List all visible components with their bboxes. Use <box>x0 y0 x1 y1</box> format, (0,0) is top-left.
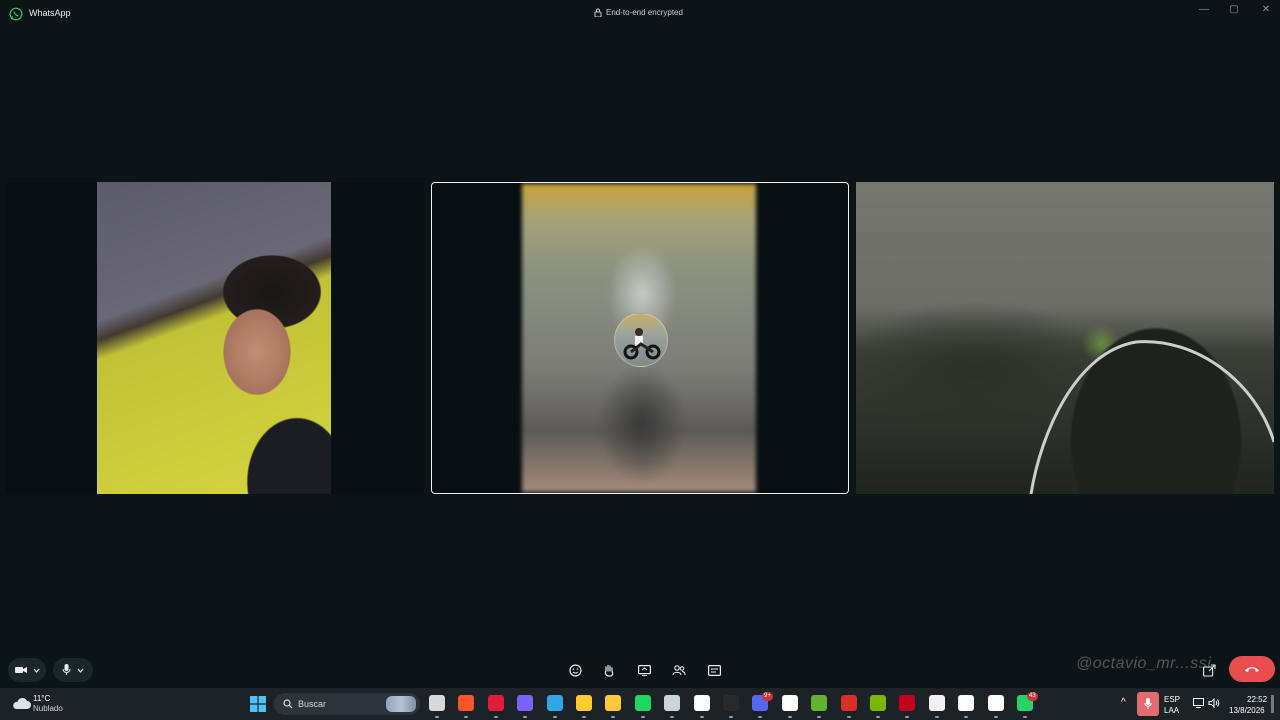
brave-app-icon[interactable] <box>458 695 474 711</box>
capcut-app-icon[interactable] <box>988 695 1004 711</box>
weather-description[interactable]: Nublado <box>33 704 63 713</box>
app-x-app-icon[interactable] <box>782 695 798 711</box>
cloud-icon <box>13 697 31 709</box>
smiley-icon <box>568 663 582 677</box>
watermark-text: @octavio_mr...ssi <box>1076 655 1212 672</box>
explorer-app-icon[interactable] <box>605 695 621 711</box>
reactions-button[interactable] <box>566 662 584 678</box>
participants-button[interactable] <box>670 662 688 678</box>
search-highlight-image <box>386 696 416 712</box>
epic-games-running-indicator <box>729 716 733 718</box>
opera-gx-running-indicator <box>494 716 498 718</box>
store-app-icon[interactable] <box>694 695 710 711</box>
brave-running-indicator <box>464 716 468 718</box>
game-app-app-icon[interactable] <box>899 695 915 711</box>
minimize-button[interactable]: — <box>1194 4 1214 15</box>
file-manager-running-indicator <box>435 716 439 718</box>
red-app-running-indicator <box>847 716 851 718</box>
encryption-notice: End-to-end encrypted <box>594 8 683 17</box>
maximize-button[interactable]: ▢ <box>1224 4 1244 15</box>
whatsapp-running-indicator <box>1023 716 1027 718</box>
encryption-text: End-to-end encrypted <box>606 8 683 17</box>
taskbar-search-box[interactable]: Buscar <box>274 693 420 715</box>
video-camera-icon <box>14 667 27 673</box>
show-desktop-button[interactable] <box>1271 695 1274 713</box>
whatsapp-notification-badge: 43 <box>1027 692 1038 701</box>
show-hidden-icons-chevron-icon[interactable]: ^ <box>1121 697 1126 708</box>
camera-feed-3 <box>856 182 1274 494</box>
nvidia-app-icon[interactable] <box>870 695 886 711</box>
network-icon[interactable] <box>1193 698 1204 708</box>
clock-date[interactable]: 13/8/2026 <box>1229 706 1265 715</box>
avatar-motorcycle-icon <box>614 313 668 367</box>
camera-feed-1 <box>97 182 331 494</box>
opera-gx-app-icon[interactable] <box>488 695 504 711</box>
caption-icon <box>707 664 721 676</box>
epic-games-app-icon[interactable] <box>723 695 739 711</box>
hand-icon <box>604 664 614 677</box>
red-app-app-icon[interactable] <box>841 695 857 711</box>
search-placeholder: Buscar <box>298 699 327 709</box>
chrome-app-icon[interactable] <box>576 695 592 711</box>
whatsapp-logo-icon <box>9 7 23 21</box>
title-bar: WhatsApp End-to-end encrypted — ▢ ✕ <box>0 0 1280 28</box>
clock-time[interactable]: 22:52 <box>1247 695 1267 704</box>
chevron-down-icon <box>33 668 39 673</box>
camera-toggle-button[interactable] <box>8 658 46 682</box>
microphone-toggle-button[interactable] <box>53 658 93 682</box>
minecraft-running-indicator <box>817 716 821 718</box>
copilot-running-indicator <box>523 716 527 718</box>
capcut-running-indicator <box>994 716 998 718</box>
discord-running-indicator <box>758 716 762 718</box>
captions-button[interactable] <box>705 662 723 678</box>
cloud-app-app-icon[interactable] <box>929 695 945 711</box>
file-manager-app-icon[interactable] <box>429 695 445 711</box>
chevron-down-icon <box>77 668 84 673</box>
copilot-app-icon[interactable] <box>517 695 533 711</box>
raise-hand-button[interactable] <box>600 662 618 678</box>
spotify-running-indicator <box>641 716 645 718</box>
app-title: WhatsApp <box>29 8 71 18</box>
nvidia-running-indicator <box>876 716 880 718</box>
obs-running-indicator <box>964 716 968 718</box>
minecraft-app-icon[interactable] <box>811 695 827 711</box>
game-app-running-indicator <box>905 716 909 718</box>
screen-share-icon <box>637 664 651 676</box>
steam-running-indicator <box>670 716 674 718</box>
participant-tile-3[interactable] <box>856 182 1274 494</box>
phone-hangup-icon <box>1245 667 1259 672</box>
weather-temperature[interactable]: 11°C <box>33 694 50 703</box>
end-call-button[interactable] <box>1229 656 1275 682</box>
chair-outline-icon <box>1029 340 1274 494</box>
explorer-running-indicator <box>611 716 615 718</box>
microphone-icon <box>1144 698 1152 709</box>
edge-app-icon[interactable] <box>547 695 563 711</box>
search-icon <box>283 699 293 709</box>
store-running-indicator <box>700 716 704 718</box>
microphone-icon <box>62 664 71 675</box>
lock-icon <box>594 8 602 17</box>
app-x-running-indicator <box>788 716 792 718</box>
windows-start-icon[interactable] <box>250 696 266 712</box>
spotify-app-icon[interactable] <box>635 695 651 711</box>
input-language[interactable]: ESP <box>1164 695 1180 704</box>
people-icon <box>672 664 686 675</box>
chrome-running-indicator <box>582 716 586 718</box>
participant-tile-1[interactable] <box>6 182 424 494</box>
share-screen-button[interactable] <box>635 662 653 678</box>
tray-microphone-active[interactable] <box>1137 692 1159 716</box>
volume-icon[interactable] <box>1208 698 1220 708</box>
discord-notification-badge: 9+ <box>762 692 773 701</box>
obs-app-icon[interactable] <box>958 695 974 711</box>
steam-app-icon[interactable] <box>664 695 680 711</box>
participant-tile-2[interactable] <box>431 182 849 494</box>
close-button[interactable]: ✕ <box>1256 4 1276 15</box>
cloud-app-running-indicator <box>935 716 939 718</box>
keyboard-layout[interactable]: LAA <box>1164 706 1179 715</box>
edge-running-indicator <box>553 716 557 718</box>
